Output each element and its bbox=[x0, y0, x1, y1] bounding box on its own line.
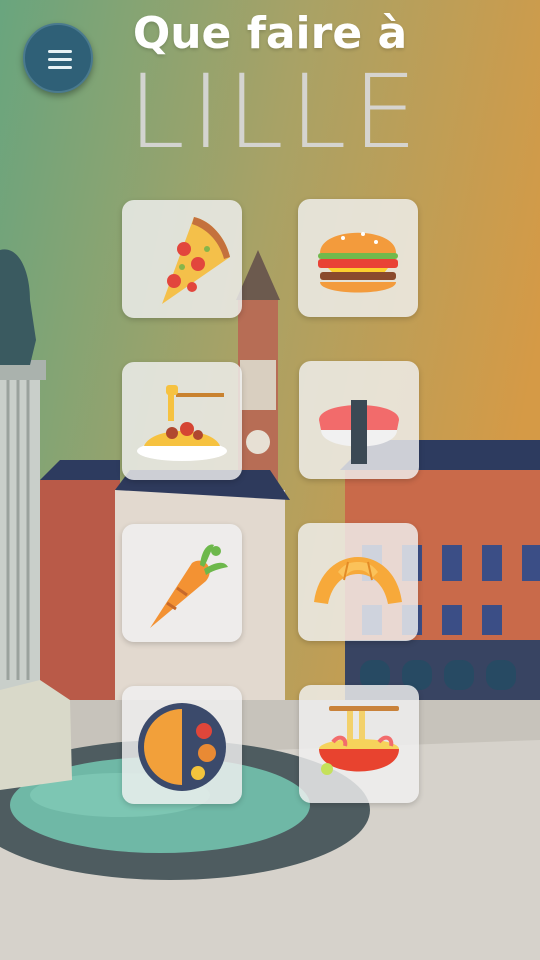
hamburger-menu-icon bbox=[48, 50, 72, 53]
sushi-icon bbox=[319, 400, 399, 464]
spaghetti-icon bbox=[137, 385, 227, 461]
indian-curry-plate-icon bbox=[138, 703, 226, 791]
category-tile-sushi[interactable] bbox=[299, 361, 419, 479]
ramen-bowl-icon bbox=[319, 706, 399, 775]
hamburger-menu-icon-line bbox=[48, 58, 72, 61]
city-name: LILLE bbox=[128, 53, 424, 172]
croissant-icon bbox=[314, 557, 402, 604]
category-tile-burger[interactable] bbox=[298, 199, 418, 317]
category-tile-spaghetti[interactable] bbox=[122, 362, 242, 480]
menu-button[interactable] bbox=[23, 23, 93, 93]
category-tile-carrot[interactable] bbox=[122, 524, 242, 642]
category-tile-curry[interactable] bbox=[122, 686, 242, 804]
category-tile-pizza[interactable] bbox=[122, 200, 242, 318]
pizza-icon bbox=[162, 217, 230, 304]
hamburger-menu-icon-line bbox=[48, 66, 72, 69]
carrot-icon bbox=[150, 544, 228, 628]
burger-icon bbox=[318, 232, 398, 293]
category-tile-croissant[interactable] bbox=[298, 523, 418, 641]
category-tile-ramen[interactable] bbox=[299, 685, 419, 803]
